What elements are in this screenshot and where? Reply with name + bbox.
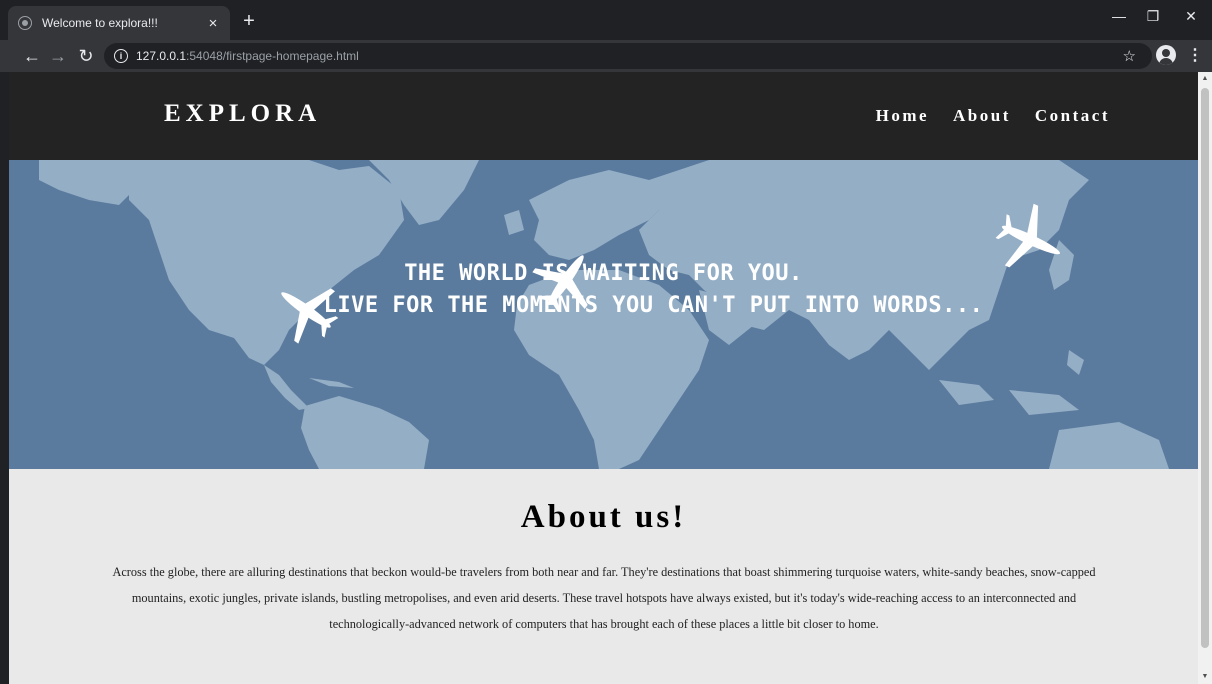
profile-icon[interactable] [1156, 45, 1176, 65]
new-tab-button[interactable]: + [238, 11, 260, 33]
url-path: :54048/firstpage-homepage.html [186, 49, 359, 63]
about-section: About us! Across the globe, there are al… [9, 469, 1198, 684]
nav-about-link[interactable]: About [953, 106, 1011, 126]
browser-tab-strip: Welcome to explora!!! × + — ❐ ✕ [0, 0, 1212, 40]
forward-arrow-icon[interactable]: → [46, 44, 70, 68]
reload-icon[interactable]: ↻ [74, 44, 98, 68]
about-heading: About us! [520, 499, 687, 535]
tab-close-icon[interactable]: × [202, 12, 224, 34]
hero-line-2: LIVE FOR THE MOMENTS YOU CAN'T PUT INTO … [323, 293, 984, 318]
kebab-menu-icon[interactable]: ⋮ [1187, 44, 1203, 68]
scroll-up-arrow-icon[interactable]: ▲ [1198, 72, 1212, 86]
page-scrollbar[interactable]: ▲ ▼ [1198, 72, 1212, 684]
hero-banner: THE WORLD IS WAITING FOR YOU. LIVE FOR T… [9, 160, 1198, 469]
browser-tab[interactable]: Welcome to explora!!! × [8, 6, 230, 40]
nav-home-link[interactable]: Home [876, 106, 929, 126]
browser-toolbar: ← → ↻ i 127.0.0.1 :54048/firstpage-homep… [0, 40, 1212, 72]
scroll-down-arrow-icon[interactable]: ▼ [1198, 670, 1212, 684]
page-viewport: EXPLORA Home About Contact THE WORLD IS … [9, 72, 1198, 684]
globe-icon [18, 16, 32, 30]
nav-contact-link[interactable]: Contact [1035, 106, 1110, 126]
main-nav: Home About Contact [852, 106, 1110, 126]
close-icon[interactable]: ✕ [1176, 8, 1206, 25]
site-header: EXPLORA Home About Contact [9, 72, 1198, 160]
airplane-icon [532, 255, 588, 313]
about-paragraph: Across the globe, there are alluring des… [112, 565, 1096, 631]
minimize-icon[interactable]: — [1104, 8, 1134, 24]
info-icon[interactable]: i [114, 49, 128, 63]
restore-icon[interactable]: ❐ [1138, 8, 1168, 25]
airplane-icon [281, 288, 339, 344]
airplane-icon [995, 203, 1061, 268]
address-bar[interactable]: i 127.0.0.1 :54048/firstpage-homepage.ht… [104, 43, 1152, 69]
scrollbar-thumb[interactable] [1201, 88, 1209, 648]
tab-title: Welcome to explora!!! [42, 16, 158, 30]
back-arrow-icon[interactable]: ← [20, 44, 44, 68]
url-host: 127.0.0.1 [136, 49, 187, 63]
star-icon[interactable]: ☆ [1123, 47, 1136, 65]
site-logo[interactable]: EXPLORA [164, 100, 321, 128]
